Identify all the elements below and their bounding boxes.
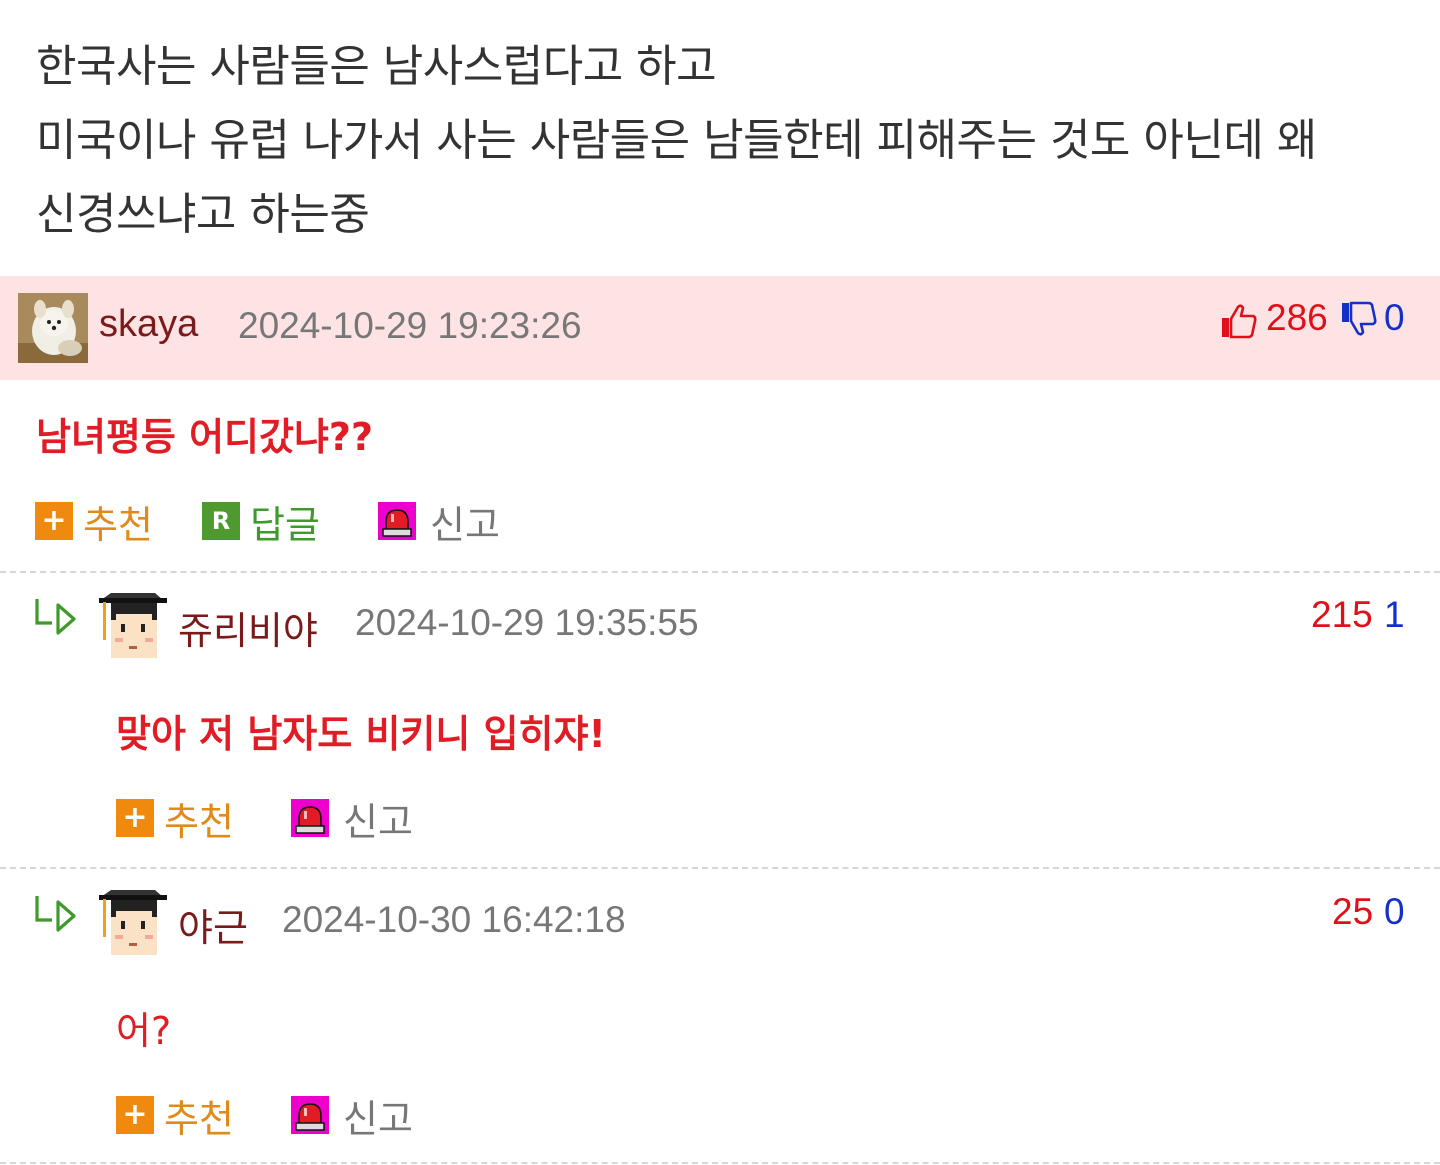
siren-icon: [378, 502, 416, 540]
upvote-count: 25: [1332, 891, 1374, 932]
upvote-count: 215: [1311, 594, 1373, 635]
graduate-avatar[interactable]: [97, 590, 167, 660]
comment-divider: [0, 1162, 1440, 1164]
report-button[interactable]: 신고: [291, 794, 413, 844]
report-label: 신고: [430, 502, 500, 547]
post-line: 신경쓰냐고 하는중: [36, 189, 370, 240]
comment-datetime: 2024-10-29 19:23:26: [238, 305, 582, 346]
comment-datetime: 2024-10-30 16:42:18: [282, 899, 626, 940]
recommend-button[interactable]: + 추천: [35, 497, 153, 547]
recommend-label: 추천: [83, 502, 153, 547]
report-label: 신고: [343, 799, 413, 844]
reply-arrow-icon: [34, 894, 78, 940]
reply-r-icon: R: [202, 502, 240, 540]
comment-divider: [0, 867, 1440, 869]
comment-text: 어?: [116, 1009, 172, 1053]
downvote-count: 1: [1384, 594, 1405, 635]
reply-label: 답글: [250, 502, 320, 547]
recommend-label: 추천: [164, 799, 234, 844]
report-label: 신고: [343, 1096, 413, 1141]
plus-icon: +: [116, 799, 154, 837]
thumbs-down-icon[interactable]: [1340, 300, 1378, 338]
siren-icon: [291, 799, 329, 837]
report-button[interactable]: 신고: [378, 497, 500, 547]
comment-username[interactable]: skaya: [99, 303, 198, 346]
recommend-button[interactable]: + 추천: [116, 794, 234, 844]
post-body: 한국사는 사람들은 남사스럽다고 하고 미국이나 유럽 나가서 사는 사람들은 …: [36, 30, 1416, 252]
dog-avatar[interactable]: [18, 293, 88, 363]
thumbs-up-icon[interactable]: [1220, 302, 1258, 340]
post-line: 한국사는 사람들은 남사스럽다고 하고: [36, 41, 717, 92]
recommend-label: 추천: [164, 1096, 234, 1141]
reply-button[interactable]: R 답글: [202, 497, 320, 547]
downvote-count: 0: [1384, 891, 1405, 932]
reply-arrow-icon: [34, 597, 78, 643]
post-line: 미국이나 유럽 나가서 사는 사람들은 남들한테 피해주는 것도 아닌데 왜: [36, 115, 1317, 166]
report-button[interactable]: 신고: [291, 1091, 413, 1141]
graduate-avatar[interactable]: [97, 887, 167, 957]
recommend-button[interactable]: + 추천: [116, 1091, 234, 1141]
comment-text: 남녀평등 어디갔냐??: [36, 415, 373, 459]
comment-username[interactable]: 쥬리비야: [178, 600, 318, 655]
comment-divider: [0, 571, 1440, 573]
upvote-count: 286: [1266, 297, 1328, 338]
plus-icon: +: [35, 502, 73, 540]
comment-datetime: 2024-10-29 19:35:55: [355, 602, 699, 643]
comment-username[interactable]: 야근: [178, 897, 248, 952]
siren-icon: [291, 1096, 329, 1134]
comment-text: 맞아 저 남자도 비키니 입히쟈!: [116, 712, 606, 756]
plus-icon: +: [116, 1096, 154, 1134]
downvote-count: 0: [1384, 297, 1405, 338]
